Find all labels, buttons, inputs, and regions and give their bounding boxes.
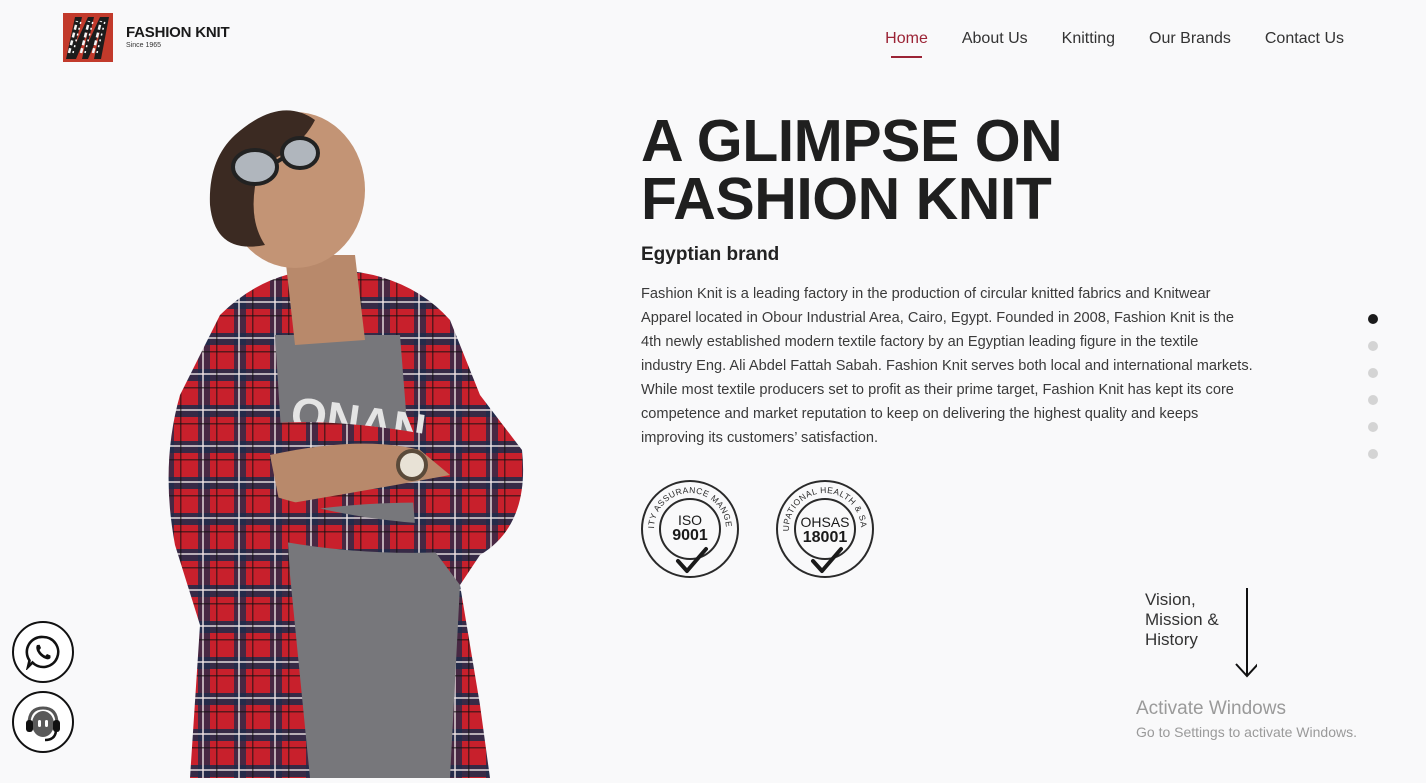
- watermark-title: Activate Windows: [1136, 698, 1286, 719]
- scroll-hint-line-1: Vision,: [1145, 590, 1196, 609]
- scroll-hint-line-2: Mission &: [1145, 610, 1219, 629]
- nav-about-us[interactable]: About Us: [962, 30, 1028, 56]
- ohsas-line-2: 18001: [803, 529, 848, 546]
- scroll-hint-line-3: History: [1145, 630, 1198, 649]
- hero-person-image: ONAN: [150, 105, 540, 778]
- slide-dot-1[interactable]: [1368, 314, 1378, 324]
- slide-dot-4[interactable]: [1368, 395, 1378, 405]
- brand-name: FASHION KNIT: [126, 24, 230, 41]
- arrow-down-icon: [1235, 588, 1257, 678]
- nav-our-brands[interactable]: Our Brands: [1149, 30, 1231, 56]
- hero-subtitle: Egyptian brand: [641, 244, 780, 265]
- brand-since: Since 1965: [126, 42, 162, 49]
- slide-dot-6[interactable]: [1368, 449, 1378, 459]
- logo-mark-icon: [63, 13, 113, 62]
- nav-home[interactable]: Home: [885, 30, 928, 58]
- checkmark-icon: [676, 547, 708, 573]
- nav-contact-us[interactable]: Contact Us: [1265, 30, 1344, 56]
- slide-dot-3[interactable]: [1368, 368, 1378, 378]
- hero-title-line-1: A GLIMPSE ON: [641, 108, 1063, 174]
- watermark-subtitle: Go to Settings to activate Windows.: [1136, 724, 1357, 740]
- checkmark-icon: [811, 547, 843, 573]
- slide-dot-2[interactable]: [1368, 341, 1378, 351]
- iso-9001-badge: QUALITY ASSURANCE MANGEMENT ISO 9001: [636, 471, 740, 579]
- iso-line-2: 9001: [672, 527, 708, 544]
- headset-icon: [26, 706, 60, 742]
- iso-line-1: ISO: [678, 512, 702, 528]
- nav-knitting[interactable]: Knitting: [1062, 30, 1115, 56]
- slide-dot-5[interactable]: [1368, 422, 1378, 432]
- hero-title: A GLIMPSE ON FASHION KNIT: [641, 108, 1063, 232]
- brand-logo[interactable]: FASHION KNIT Since 1965: [63, 13, 230, 62]
- hero-description: Fashion Knit is a leading factory in the…: [641, 286, 1253, 446]
- hero-title-line-2: FASHION KNIT: [641, 166, 1052, 232]
- main-nav: Home About Us Knitting Our Brands Contac…: [885, 30, 1344, 58]
- vision-mission-history-link[interactable]: Vision, Mission & History: [1145, 588, 1257, 678]
- ohsas-18001-badge: OCCUPATIONAL HEALTH & SAFETY OHSAS 18001: [771, 471, 875, 579]
- whatsapp-icon: [25, 635, 60, 670]
- ohsas-line-1: OHSAS: [800, 514, 849, 530]
- windows-activation-watermark: Activate Windows Go to Settings to activ…: [1136, 698, 1357, 742]
- slide-pagination: [1368, 314, 1378, 459]
- support-button[interactable]: [12, 691, 74, 753]
- whatsapp-button[interactable]: [12, 621, 74, 683]
